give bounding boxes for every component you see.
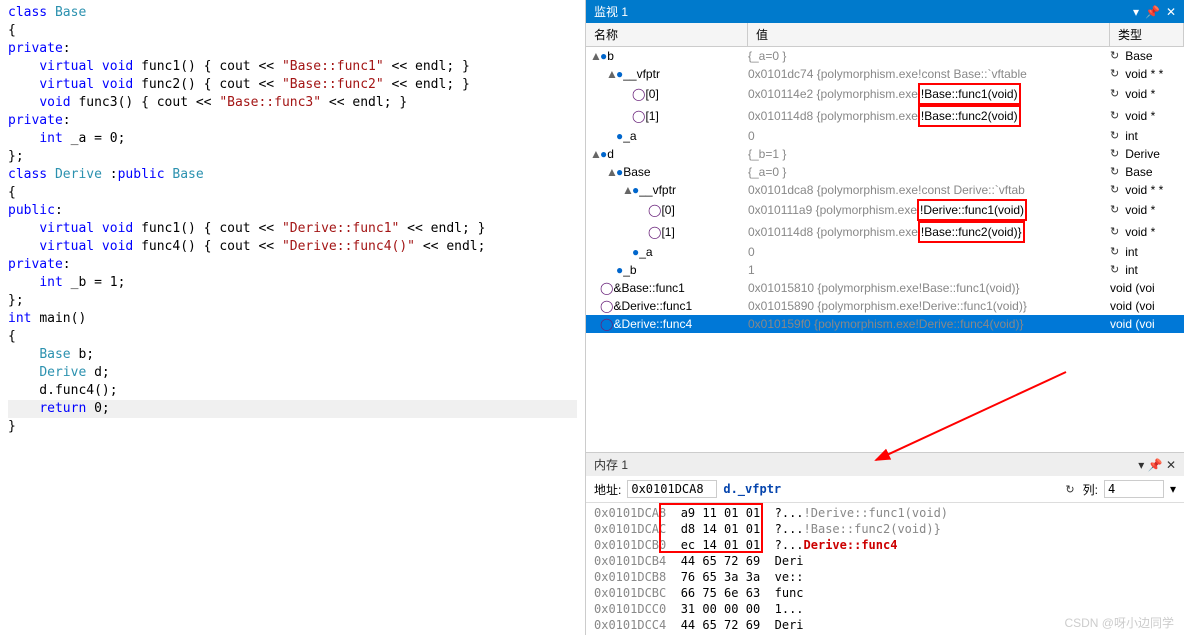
- watch-row[interactable]: ▲● __vfptr0x0101dca8 {polymorphism.exe!c…: [586, 181, 1184, 199]
- watch-row[interactable]: ● _a0↻int: [586, 243, 1184, 261]
- code-line[interactable]: Base b;: [8, 346, 577, 364]
- code-line[interactable]: virtual void func1() { cout << "Derive::…: [8, 220, 577, 238]
- code-line[interactable]: Derive d;: [8, 364, 577, 382]
- code-line[interactable]: public:: [8, 202, 577, 220]
- close-icon[interactable]: ✕: [1166, 458, 1176, 472]
- watch-row[interactable]: ◯ &Base::func10x01015810 {polymorphism.e…: [586, 279, 1184, 297]
- dropdown-icon[interactable]: ▾: [1138, 458, 1144, 472]
- code-editor[interactable]: class Base{private: virtual void func1()…: [0, 0, 586, 635]
- memory-address-bar: 地址: d._vfptr ↻ 列: ▾: [586, 476, 1184, 503]
- code-line[interactable]: private:: [8, 40, 577, 58]
- watch-row[interactable]: ● _a0↻int: [586, 127, 1184, 145]
- watch-row[interactable]: ▲● d{_b=1 }↻Derive: [586, 145, 1184, 163]
- code-line[interactable]: private:: [8, 256, 577, 274]
- watch-row[interactable]: ◯ [0]0x010111a9 {polymorphism.exe!Derive…: [586, 199, 1184, 221]
- watch-row[interactable]: ◯ &Derive::func10x01015890 {polymorphism…: [586, 297, 1184, 315]
- watch-grid: 名称 值 类型 ▲● b{_a=0 }↻Base▲● __vfptr0x0101…: [586, 23, 1184, 452]
- code-line[interactable]: virtual void func4() { cout << "Derive::…: [8, 238, 577, 256]
- code-line[interactable]: return 0;: [8, 400, 577, 418]
- code-line[interactable]: {: [8, 184, 577, 202]
- memory-header: 内存 1 ▾ 📌 ✕: [586, 453, 1184, 476]
- watermark: CSDN @呀小边同学: [1064, 614, 1174, 631]
- pin-icon[interactable]: 📌: [1148, 458, 1163, 472]
- code-line[interactable]: class Derive :public Base: [8, 166, 577, 184]
- watch-title: 监视 1: [594, 3, 628, 20]
- vfptr-comment: d._vfptr: [723, 482, 781, 496]
- code-line[interactable]: virtual void func2() { cout << "Base::fu…: [8, 76, 577, 94]
- code-line[interactable]: d.func4();: [8, 382, 577, 400]
- memory-row: 0x0101DCB8 76 65 3a 3a ve::: [594, 569, 1176, 585]
- code-line[interactable]: {: [8, 22, 577, 40]
- code-line[interactable]: void func3() { cout << "Base::func3" << …: [8, 94, 577, 112]
- watch-row[interactable]: ● _b1↻int: [586, 261, 1184, 279]
- watch-header: 监视 1 ▾ 📌 ✕: [586, 0, 1184, 23]
- code-line[interactable]: int _b = 1;: [8, 274, 577, 292]
- watch-row[interactable]: ▲● b{_a=0 }↻Base: [586, 47, 1184, 65]
- col-value[interactable]: 值: [748, 23, 1110, 46]
- dropdown-icon[interactable]: ▾: [1133, 5, 1139, 19]
- code-line[interactable]: private:: [8, 112, 577, 130]
- watch-row[interactable]: ◯ [1]0x010114d8 {polymorphism.exe!Base::…: [586, 221, 1184, 243]
- memory-row: 0x0101DCBC 66 75 6e 63 func: [594, 585, 1176, 601]
- watch-row[interactable]: ▲● __vfptr0x0101dc74 {polymorphism.exe!c…: [586, 65, 1184, 83]
- code-line[interactable]: class Base: [8, 4, 577, 22]
- memory-title: 内存 1: [594, 456, 628, 473]
- grid-header: 名称 值 类型: [586, 23, 1184, 47]
- watch-row[interactable]: ◯ &Derive::func40x010159f0 {polymorphism…: [586, 315, 1184, 333]
- close-icon[interactable]: ✕: [1166, 5, 1176, 19]
- watch-row[interactable]: ◯ [1]0x010114d8 {polymorphism.exe!Base::…: [586, 105, 1184, 127]
- highlight-box-bytes: [659, 503, 763, 553]
- addr-label: 地址:: [594, 481, 621, 498]
- right-pane: 监视 1 ▾ 📌 ✕ 名称 值 类型 ▲● b{_a=0 }↻Base▲● __…: [586, 0, 1184, 635]
- code-line[interactable]: int main(): [8, 310, 577, 328]
- col-type[interactable]: 类型: [1110, 23, 1184, 46]
- col-label: 列:: [1083, 481, 1098, 498]
- code-line[interactable]: };: [8, 292, 577, 310]
- watch-panel: 监视 1 ▾ 📌 ✕ 名称 值 类型 ▲● b{_a=0 }↻Base▲● __…: [586, 0, 1184, 452]
- addr-input[interactable]: [627, 480, 717, 498]
- col-input[interactable]: [1104, 480, 1164, 498]
- memory-panel: 内存 1 ▾ 📌 ✕ 地址: d._vfptr ↻ 列: ▾ 0x0101DCA…: [586, 452, 1184, 635]
- col-name[interactable]: 名称: [586, 23, 748, 46]
- code-line[interactable]: };: [8, 148, 577, 166]
- code-line[interactable]: int _a = 0;: [8, 130, 577, 148]
- code-line[interactable]: virtual void func1() { cout << "Base::fu…: [8, 58, 577, 76]
- watch-row[interactable]: ◯ [0]0x010114e2 {polymorphism.exe!Base::…: [586, 83, 1184, 105]
- watch-row[interactable]: ▲● Base{_a=0 }↻Base: [586, 163, 1184, 181]
- code-line[interactable]: }: [8, 418, 577, 436]
- code-line[interactable]: {: [8, 328, 577, 346]
- stepper-icon[interactable]: ▾: [1170, 482, 1176, 496]
- refresh-icon[interactable]: ↻: [1065, 483, 1074, 496]
- pin-icon[interactable]: 📌: [1145, 5, 1160, 19]
- memory-row: 0x0101DCB4 44 65 72 69 Deri: [594, 553, 1176, 569]
